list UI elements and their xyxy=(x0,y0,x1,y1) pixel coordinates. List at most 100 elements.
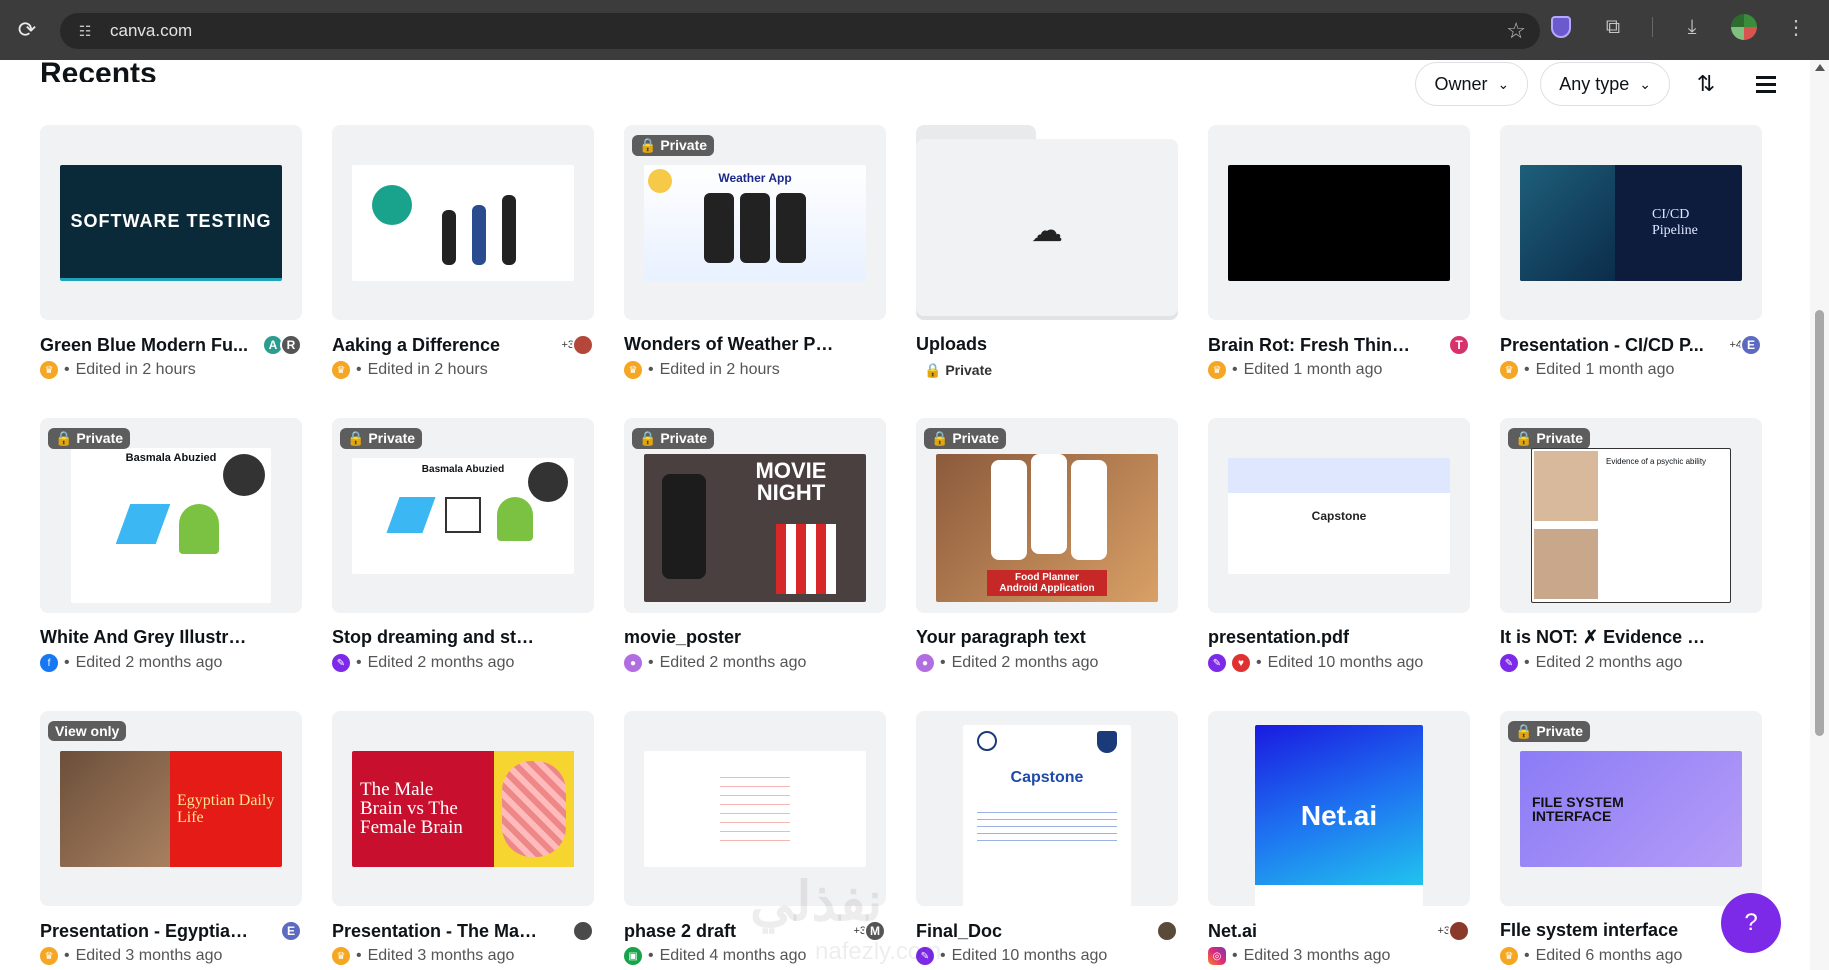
design-card[interactable]: 🔒 Private Basmala Abuzied White And Grey… xyxy=(40,418,302,672)
scrollbar-thumb[interactable] xyxy=(1815,310,1824,736)
design-thumbnail[interactable]: The Male Brain vs The Female Brain xyxy=(332,711,594,906)
edited-time: Edited 3 months ago xyxy=(1243,947,1391,964)
canva-app-icon: ● xyxy=(916,654,934,672)
design-thumbnail[interactable]: 🔒 Private MOVIE NIGHT xyxy=(624,418,886,613)
design-card[interactable]: 🔒 Private Basmala Abuzied Stop dreaming … xyxy=(332,418,594,672)
design-card[interactable]: 🔒 Private Weather App Wonders of Weather… xyxy=(624,125,886,379)
design-thumbnail[interactable] xyxy=(624,711,886,906)
design-thumbnail[interactable]: 🔒 Private FILE SYSTEM INTERFACE xyxy=(1500,711,1762,906)
edited-time: Edited 1 month ago xyxy=(1535,361,1675,378)
type-filter-label: Any type xyxy=(1559,73,1630,94)
design-card[interactable]: 🔒 Private FILE SYSTEM INTERFACE FIle sys… xyxy=(1500,711,1762,965)
design-card[interactable]: Aaking a Difference +3 ♛ • Edited in 2 hou… xyxy=(332,125,594,379)
scroll-up-arrow-icon[interactable] xyxy=(1815,64,1825,71)
chevron-down-icon: ⌄ xyxy=(1639,75,1651,92)
design-title[interactable]: phase 2 draft xyxy=(624,921,736,942)
collaborator-avatar: E xyxy=(280,920,302,942)
thumbnail-art xyxy=(352,164,574,281)
owner-filter[interactable]: Owner ⌄ xyxy=(1415,62,1529,106)
design-thumbnail[interactable]: 🔒 Private Basmala Abuzied xyxy=(40,418,302,613)
page-scrollbar[interactable] xyxy=(1810,60,1829,970)
design-thumbnail[interactable]: 🔒 Private Weather App xyxy=(624,125,886,320)
view-only-badge: View only xyxy=(48,721,127,741)
design-card[interactable]: Brain Rot: Fresh Thinkin... T ♛ • Edited 1… xyxy=(1208,125,1470,379)
private-badge: 🔒 Private xyxy=(1508,428,1591,449)
help-button[interactable]: ? xyxy=(1721,893,1781,953)
design-title[interactable]: Presentation - CI/CD P... xyxy=(1500,335,1704,356)
extensions-puzzle-icon[interactable]: ⧉ xyxy=(1600,14,1626,40)
design-card[interactable]: Capstone Final_Doc ✎ • Edited 10 months ag… xyxy=(916,711,1178,965)
design-thumbnail[interactable]: 🔒 Private Food Planner Android Applicati… xyxy=(916,418,1178,613)
design-thumbnail[interactable]: Capstone xyxy=(916,711,1178,906)
collaborators: A R xyxy=(262,334,302,356)
canva-recents-page: Recents Owner ⌄ Any type ⌄ ⇅ SOFTWARE TE… xyxy=(0,60,1810,970)
thumbnail-title: Capstone xyxy=(1311,508,1367,523)
design-title[interactable]: Presentation - The Male ... xyxy=(332,921,542,942)
profile-avatar[interactable] xyxy=(1731,14,1757,40)
design-card[interactable]: 🔒 Private MOVIE NIGHT movie_poster ● • Edi… xyxy=(624,418,886,672)
design-title[interactable]: presentation.pdf xyxy=(1208,627,1349,648)
design-title[interactable]: Wonders of Weather Presen... xyxy=(624,334,834,355)
edited-time: Edited 1 month ago xyxy=(1243,361,1383,378)
address-bar[interactable]: ☷ canva.com ☆ xyxy=(60,13,1540,49)
address-url[interactable]: canva.com xyxy=(110,21,192,41)
design-title[interactable]: Your paragraph text xyxy=(916,627,1086,648)
design-thumbnail[interactable] xyxy=(332,125,594,320)
design-title[interactable]: Net.ai xyxy=(1208,921,1257,942)
download-icon[interactable]: ⤓ xyxy=(1679,14,1705,40)
design-card[interactable]: SOFTWARE TESTING Green Blue Modern Fu...… xyxy=(40,125,302,379)
extension-shield-icon[interactable] xyxy=(1548,14,1574,40)
design-card[interactable]: View only Egyptian Daily Life Presentati… xyxy=(40,711,302,965)
thumbnail-art: Weather App xyxy=(644,164,866,281)
thumbnail-art: FILE SYSTEM INTERFACE xyxy=(1520,750,1742,867)
design-thumbnail[interactable]: View only Egyptian Daily Life xyxy=(40,711,302,906)
design-card[interactable]: The Male Brain vs The Female Brain Prese… xyxy=(332,711,594,965)
design-thumbnail[interactable]: CI/CD Pipeline xyxy=(1500,125,1762,320)
design-card[interactable]: 🔒 Private Food Planner Android Applicati… xyxy=(916,418,1178,672)
canva-pro-icon: ✎ xyxy=(1208,654,1226,672)
cloud-upload-icon: ☁ xyxy=(1031,211,1063,248)
design-title[interactable]: Final_Doc xyxy=(916,921,1002,942)
crown-icon: ♛ xyxy=(1500,947,1518,965)
design-thumbnail[interactable]: Capstone xyxy=(1208,418,1470,613)
folder-title[interactable]: Uploads xyxy=(916,334,987,355)
edited-time: Edited in 2 hours xyxy=(367,361,488,378)
chevron-down-icon: ⌄ xyxy=(1497,75,1510,92)
reload-icon[interactable]: ⟳ xyxy=(12,15,42,45)
site-settings-icon[interactable]: ☷ xyxy=(68,14,102,48)
design-thumbnail[interactable]: 🔒 Private Basmala Abuzied xyxy=(332,418,594,613)
design-title[interactable]: Stop dreaming and start doi... xyxy=(332,627,542,648)
design-title[interactable]: movie_poster xyxy=(624,627,741,648)
design-thumbnail[interactable]: 🔒 Private Evidence of a psychic ability xyxy=(1500,418,1762,613)
design-thumbnail[interactable]: SOFTWARE TESTING xyxy=(40,125,302,320)
design-card[interactable]: Net.ai Net.ai +3 ◎ • Edited 3 months ago xyxy=(1208,711,1470,965)
design-thumbnail[interactable]: Net.ai xyxy=(1208,711,1470,906)
thumbnail-title: Capstone xyxy=(1010,768,1084,786)
toolbar-divider xyxy=(1652,17,1653,37)
design-card[interactable]: 🔒 Private Evidence of a psychic ability … xyxy=(1500,418,1762,672)
design-title[interactable]: Presentation - Egyptian ... xyxy=(40,921,250,942)
collaborators: +3 xyxy=(1437,920,1470,942)
collaborator-avatar: R xyxy=(280,334,302,356)
design-card[interactable]: CI/CD Pipeline Presentation - CI/CD P...… xyxy=(1500,125,1762,379)
private-badge: 🔒 Private xyxy=(48,428,131,449)
thumbnail-art: Egyptian Daily Life xyxy=(60,750,282,867)
design-card[interactable]: Capstone presentation.pdf ✎ ♥ • Edited 10 m… xyxy=(1208,418,1470,672)
design-card[interactable]: phase 2 draft +3 M ▣ • Edited 4 months ago xyxy=(624,711,886,965)
type-filter[interactable]: Any type ⌄ xyxy=(1540,62,1670,106)
bookmark-star-icon[interactable]: ☆ xyxy=(1506,18,1526,44)
design-thumbnail[interactable] xyxy=(1208,125,1470,320)
design-title[interactable]: White And Grey Illustration ... xyxy=(40,627,250,648)
design-title[interactable]: FIle system interface xyxy=(1500,920,1678,941)
sort-icon[interactable]: ⇅ xyxy=(1682,62,1730,106)
design-title[interactable]: Green Blue Modern Fu... xyxy=(40,335,248,356)
thumbnail-title: MOVIE NIGHT xyxy=(755,457,827,505)
browser-menu-icon[interactable]: ⋮ xyxy=(1783,14,1809,40)
list-view-icon[interactable] xyxy=(1742,62,1790,106)
design-title[interactable]: Aaking a Difference xyxy=(332,335,500,356)
folder-card[interactable]: ☁ Uploads 🔒 Private xyxy=(916,125,1178,378)
canva-pro-icon: ✎ xyxy=(1500,654,1518,672)
folder-thumbnail[interactable]: ☁ xyxy=(916,125,1178,320)
design-title[interactable]: It is NOT: ✗ Evidence of a ps... xyxy=(1500,627,1710,648)
design-title[interactable]: Brain Rot: Fresh Thinkin... xyxy=(1208,335,1418,356)
